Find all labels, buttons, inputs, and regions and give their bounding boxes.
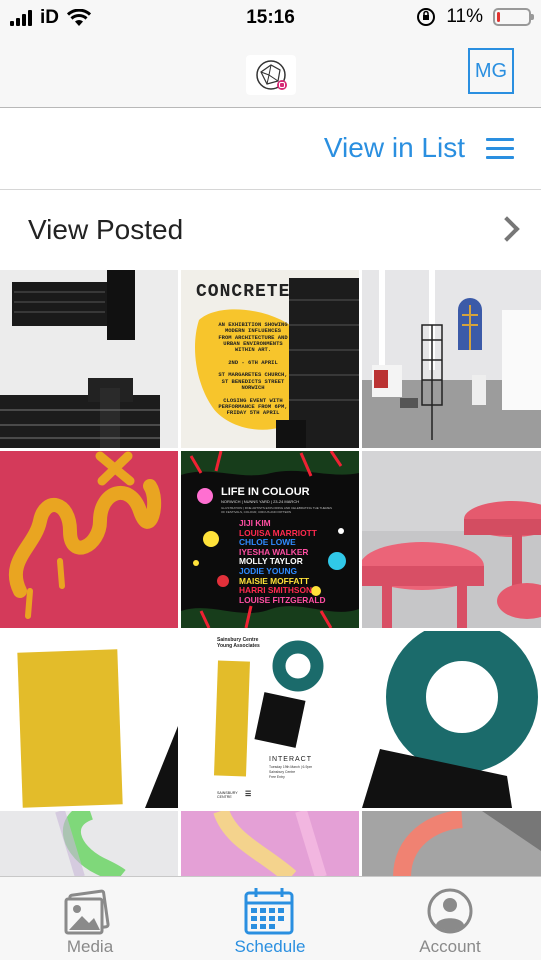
grid-image-green-stroke[interactable] (0, 811, 178, 877)
battery-icon (493, 8, 534, 26)
interact-detail-2: Sainsbury Centre (269, 770, 296, 774)
grid-image-pink-stools[interactable] (362, 451, 541, 628)
battery-percent: 11% (446, 6, 483, 27)
account-avatar-button[interactable]: MG (468, 48, 514, 94)
life-in-colour-title: LIFE IN COLOUR (221, 486, 310, 498)
interact-org-label-2: Young Associates (217, 643, 260, 649)
tab-media-label: Media (66, 937, 114, 956)
calendar-icon (180, 885, 360, 935)
tab-media[interactable]: Media (0, 877, 180, 961)
tab-schedule-label: Schedule (234, 937, 306, 956)
hamburger-menu-icon[interactable] (486, 138, 514, 165)
grid-image-pink-squiggle[interactable] (0, 451, 178, 628)
status-bar: iD 15:16 11% (0, 0, 541, 36)
view-posted-label: View Posted (28, 214, 184, 245)
orientation-lock-icon (417, 8, 436, 26)
grid-image-life-in-colour-poster[interactable]: LIFE IN COLOUR NORWICH | NUNNS YARD | 23… (181, 451, 359, 628)
interact-footer: SAINSBURY CENTRE (217, 791, 238, 799)
life-in-colour-subtitle: NORWICH | NUNNS YARD | 23-24 MARCH (221, 499, 300, 504)
uea-logo: ☰ (245, 790, 252, 798)
life-in-colour-artists: JIJI KIM LOUISA MARRIOTT CHLOE LOWE IYESHA … (239, 518, 326, 605)
grid-image-yellow-rectangle[interactable] (0, 631, 178, 808)
tab-account-label: Account (419, 937, 481, 956)
chevron-right-icon (494, 216, 520, 242)
bottom-tab-bar: Media Schedule Account (0, 876, 541, 960)
grid-image-interact-poster[interactable]: Sainsbury Centre Young Associates INTERA… (181, 631, 359, 808)
artist-name: LOUISE FITZGERALD (239, 594, 326, 605)
interact-title: INTERACT (269, 756, 312, 763)
concrete-poster-text: AN EXHIBITION SHOWING MODERN INFLUENCES FR… (203, 321, 303, 417)
app-logo-icon (246, 55, 296, 95)
grid-image-pink-lilac[interactable] (181, 811, 359, 877)
concrete-poster-title: CONCRETE (196, 282, 291, 302)
media-image-icon (0, 885, 180, 935)
tab-account[interactable]: Account (360, 877, 540, 961)
account-person-icon (360, 885, 540, 935)
top-navigation-bar: MG (0, 36, 541, 108)
grid-image-church-gallery[interactable] (362, 270, 541, 448)
interact-detail-1: Tuesday 19th March | 6-9pm (269, 765, 313, 769)
concrete-poster-line: FRIDAY 5TH APRIL (226, 409, 280, 417)
tab-schedule[interactable]: Schedule (180, 877, 360, 961)
interact-detail-3: Free Entry (269, 775, 285, 779)
grid-image-brutalist-buildings[interactable] (0, 270, 178, 448)
grid-image-concrete-poster[interactable]: CONCRETE AN EXHIBITION SHOWING MODERN INF… (181, 270, 359, 448)
view-in-list-label[interactable]: View in List (324, 132, 465, 164)
view-in-list-row[interactable]: View in List (0, 108, 541, 190)
life-in-colour-description-2: OF FESTIVALS, COLOUR, CIRCUS AND PATTERN (221, 510, 292, 514)
media-grid: CONCRETE AN EXHIBITION SHOWING MODERN INF… (0, 270, 541, 877)
grid-image-grey-orange[interactable] (362, 811, 541, 877)
grid-image-teal-ring[interactable] (362, 631, 541, 808)
view-posted-row[interactable]: View Posted (0, 190, 541, 270)
